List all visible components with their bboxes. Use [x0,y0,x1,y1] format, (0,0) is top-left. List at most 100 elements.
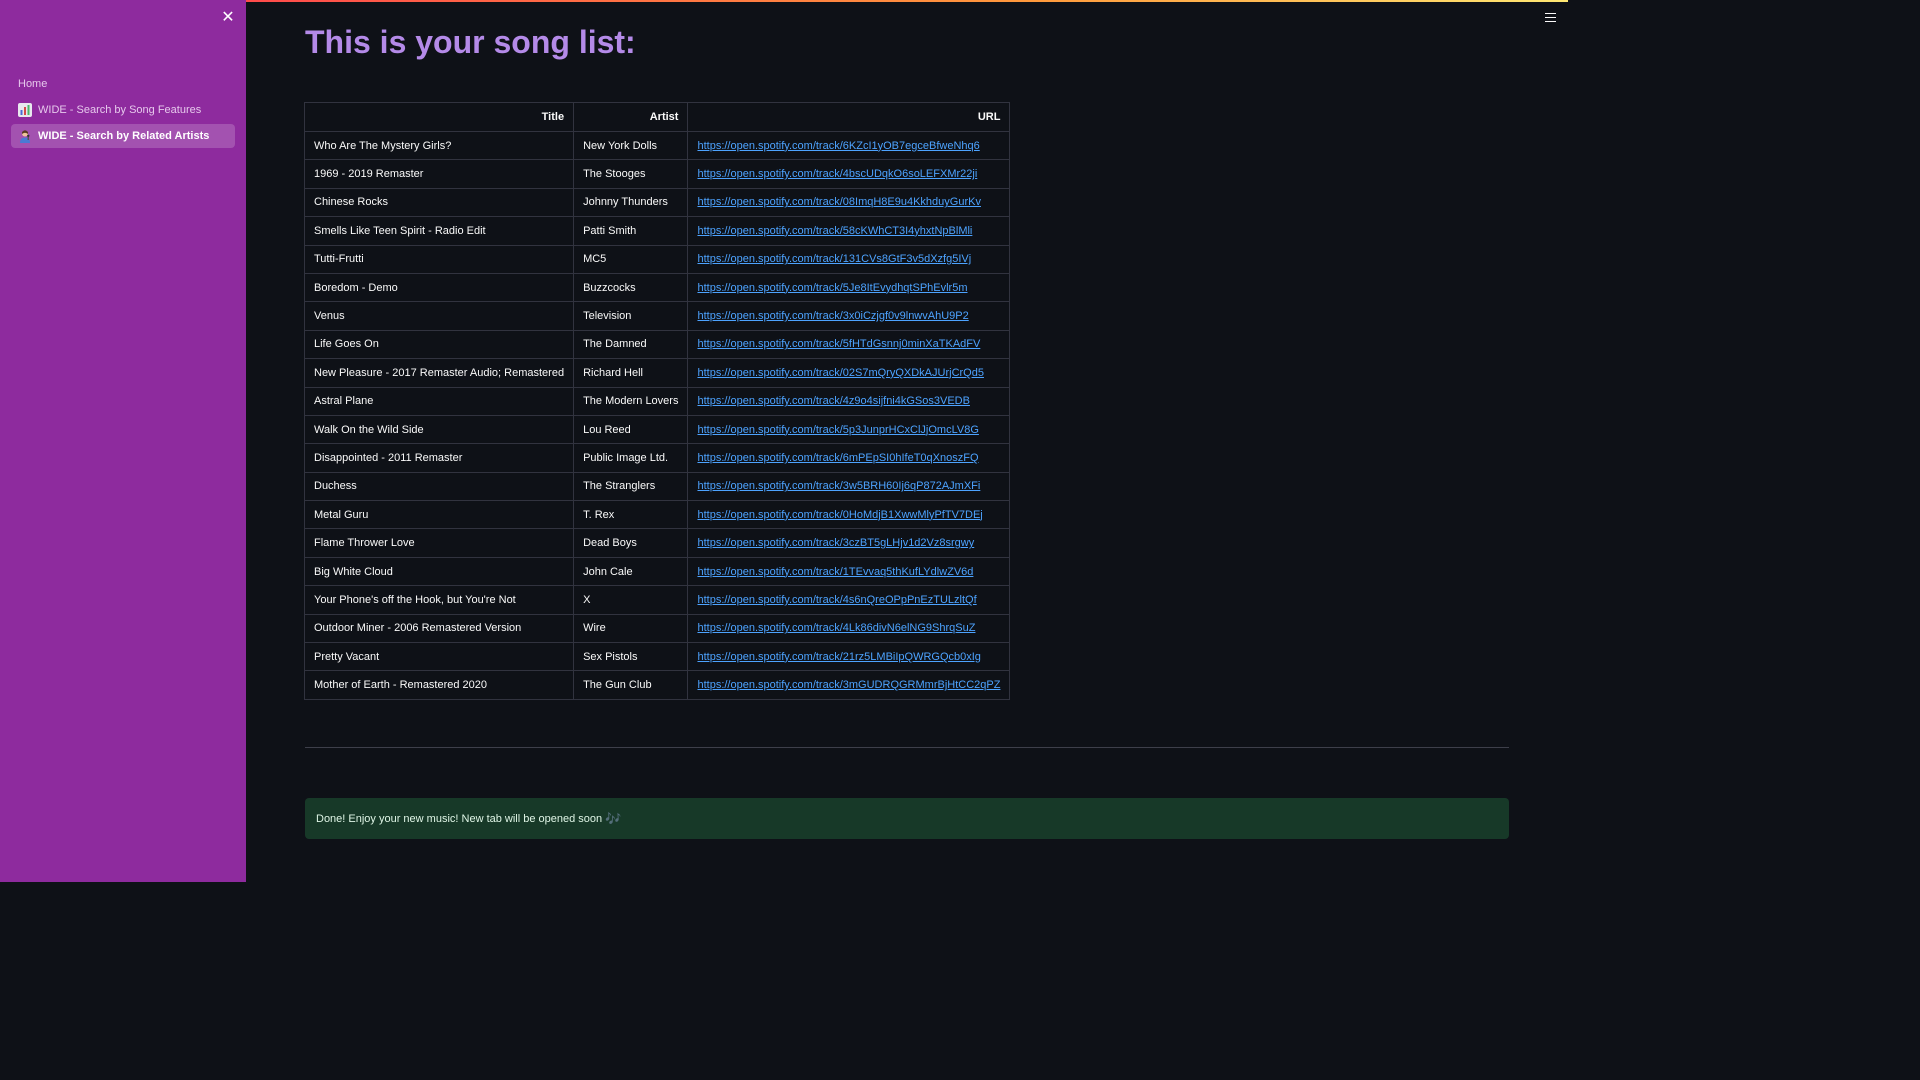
spotify-track-link[interactable]: https://open.spotify.com/track/6KZcI1yOB… [697,140,979,152]
url-cell: https://open.spotify.com/track/3czBT5gLH… [687,528,1011,558]
song-title-cell: New Pleasure - 2017 Remaster Audio; Rema… [303,358,575,388]
table-row: New Pleasure - 2017 Remaster Audio; Rema… [303,358,1011,388]
table-row: Disappointed - 2011 Remaster Public Image… [303,443,1011,473]
spotify-track-link[interactable]: https://open.spotify.com/track/08ImqH8E9… [697,196,981,208]
sidebar-nav: Home WIDE - Search by Song Features WIDE… [11,72,235,150]
song-title-cell: Mother of Earth - Remastered 2020 [303,670,575,700]
table-row: Metal Guru T. Rex https://open.spotify.com… [303,500,1011,530]
spotify-track-link[interactable]: https://open.spotify.com/track/4s6nQreOP… [697,594,976,606]
spotify-track-link[interactable]: https://open.spotify.com/track/3w5BRH60I… [697,480,980,492]
url-cell: https://open.spotify.com/track/6KZcI1yOB… [687,130,1011,161]
url-cell: https://open.spotify.com/track/3w5BRH60I… [687,471,1011,502]
song-title-cell: Disappointed - 2011 Remaster [303,443,575,473]
url-cell: https://open.spotify.com/track/5fHTdGsnn… [687,329,1011,360]
artist-cell: Television [573,301,689,331]
song-title-cell: Life Goes On [303,329,575,360]
table-row: Venus Television https://open.spotify.com/… [303,301,1011,331]
close-sidebar-button[interactable]: ✕ [218,8,238,28]
artist-cell: Public Image Ltd. [573,443,689,473]
spotify-track-link[interactable]: https://open.spotify.com/track/3czBT5gLH… [697,537,974,549]
spotify-track-link[interactable]: https://open.spotify.com/track/3x0iCzjgf… [697,310,968,322]
sidebar-item-song-features[interactable]: WIDE - Search by Song Features [11,98,235,122]
url-cell: https://open.spotify.com/track/5Je8ItEvy… [687,272,1011,303]
table-row: Boredom - Demo Buzzcocks https://open.spot… [303,272,1011,303]
sidebar-item-related-artists[interactable]: WIDE - Search by Related Artists [11,124,235,148]
song-title-cell: Metal Guru [303,500,575,530]
url-cell: https://open.spotify.com/track/131CVs8Gt… [687,244,1011,274]
artist-cell: The Damned [573,329,689,360]
url-cell: https://open.spotify.com/track/58cKWhCT3… [687,216,1011,246]
singer-icon [18,129,32,143]
column-header-artist[interactable]: Artist [573,102,689,132]
sidebar-item-label: WIDE - Search by Related Artists [38,130,210,142]
url-cell: https://open.spotify.com/track/08ImqH8E9… [687,187,1011,218]
table-row: Tutti-Frutti MC5 https://open.spotify.com/… [303,244,1011,274]
spotify-track-link[interactable]: https://open.spotify.com/track/5p3JunprH… [697,424,978,436]
spotify-track-link[interactable]: https://open.spotify.com/track/6mPEpSI0h… [697,452,978,464]
sidebar-item-home[interactable]: Home [11,72,235,96]
table-row: Outdoor Miner - 2006 Remastered Version W… [303,613,1011,644]
spotify-track-link[interactable]: https://open.spotify.com/track/4z9o4sijf… [697,395,969,407]
table-row: Astral Plane The Modern Lovers https://ope… [303,386,1011,416]
artist-cell: Dead Boys [573,528,689,558]
url-cell: https://open.spotify.com/track/21rz5LMBi… [687,642,1011,672]
song-title-cell: Chinese Rocks [303,187,575,218]
song-title-cell: Duchess [303,471,575,502]
url-cell: https://open.spotify.com/track/4s6nQreOP… [687,585,1011,615]
success-message: Done! Enjoy your new music! New tab will… [316,812,603,825]
table-row: Who Are The Mystery Girls? New York Dolls… [303,130,1011,161]
bar-chart-icon [18,103,32,117]
url-cell: https://open.spotify.com/track/6mPEpSI0h… [687,443,1011,473]
url-cell: https://open.spotify.com/track/3mGUDRQGR… [687,670,1011,700]
song-title-cell: Who Are The Mystery Girls? [303,130,575,161]
table-body: Who Are The Mystery Girls? New York Dolls… [303,130,1011,700]
artist-cell: X [573,585,689,615]
song-title-cell: Flame Thrower Love [303,528,575,558]
song-title-cell: Tutti-Frutti [303,244,575,274]
url-cell: https://open.spotify.com/track/1TEvvaq5t… [687,556,1011,587]
sidebar-item-label: WIDE - Search by Song Features [38,104,202,116]
song-title-cell: Your Phone's off the Hook, but You're No… [303,585,575,615]
artist-cell: Patti Smith [573,216,689,246]
spotify-track-link[interactable]: https://open.spotify.com/track/3mGUDRQGR… [697,679,1000,691]
table-row: Walk On the Wild Side Lou Reed https://ope… [303,414,1011,445]
artist-cell: The Gun Club [573,670,689,700]
column-header-title[interactable]: Title [303,102,575,132]
column-header-url[interactable]: URL [687,102,1011,132]
url-cell: https://open.spotify.com/track/02S7mQryQ… [687,358,1011,388]
song-title-cell: Outdoor Miner - 2006 Remastered Version [303,613,575,644]
song-table: Title Artist URL Who Are The Mystery Gir… [303,102,1011,700]
artist-cell: The Modern Lovers [573,386,689,416]
spotify-track-link[interactable]: https://open.spotify.com/track/4bscUDqkO… [697,168,977,180]
artist-cell: Johnny Thunders [573,187,689,218]
url-cell: https://open.spotify.com/track/5p3JunprH… [687,414,1011,445]
song-title-cell: Venus [303,301,575,331]
song-title-cell: Astral Plane [303,386,575,416]
spotify-track-link[interactable]: https://open.spotify.com/track/21rz5LMBi… [697,651,980,663]
artist-cell: Sex Pistols [573,642,689,672]
spotify-track-link[interactable]: https://open.spotify.com/track/131CVs8Gt… [697,253,971,265]
spotify-track-link[interactable]: https://open.spotify.com/track/1TEvvaq5t… [697,566,973,578]
spotify-track-link[interactable]: https://open.spotify.com/track/0HoMdjB1X… [697,509,982,521]
artist-cell: John Cale [573,556,689,587]
song-title-cell: 1969 - 2019 Remaster [303,159,575,189]
artist-cell: The Stooges [573,159,689,189]
table-row: Big White Cloud John Cale https://open.spo… [303,556,1011,587]
artist-cell: T. Rex [573,500,689,530]
url-cell: https://open.spotify.com/track/4z9o4sijf… [687,386,1011,416]
table-header-row: Title Artist URL [303,102,1011,132]
success-alert: Done! Enjoy your new music! New tab will… [305,798,1509,839]
artist-cell: Lou Reed [573,414,689,445]
spotify-track-link[interactable]: https://open.spotify.com/track/4Lk86divN… [697,622,975,634]
main-menu-button[interactable] [1540,10,1560,26]
spotify-track-link[interactable]: https://open.spotify.com/track/5Je8ItEvy… [697,282,967,294]
spotify-track-link[interactable]: https://open.spotify.com/track/58cKWhCT3… [697,225,972,237]
table-row: Mother of Earth - Remastered 2020 The Gun… [303,670,1011,700]
spotify-track-link[interactable]: https://open.spotify.com/track/02S7mQryQ… [697,367,984,379]
spotify-track-link[interactable]: https://open.spotify.com/track/5fHTdGsnn… [697,338,980,350]
song-title-cell: Walk On the Wild Side [303,414,575,445]
url-cell: https://open.spotify.com/track/0HoMdjB1X… [687,500,1011,530]
song-title-cell: Big White Cloud [303,556,575,587]
url-cell: https://open.spotify.com/track/3x0iCzjgf… [687,301,1011,331]
song-title-cell: Pretty Vacant [303,642,575,672]
